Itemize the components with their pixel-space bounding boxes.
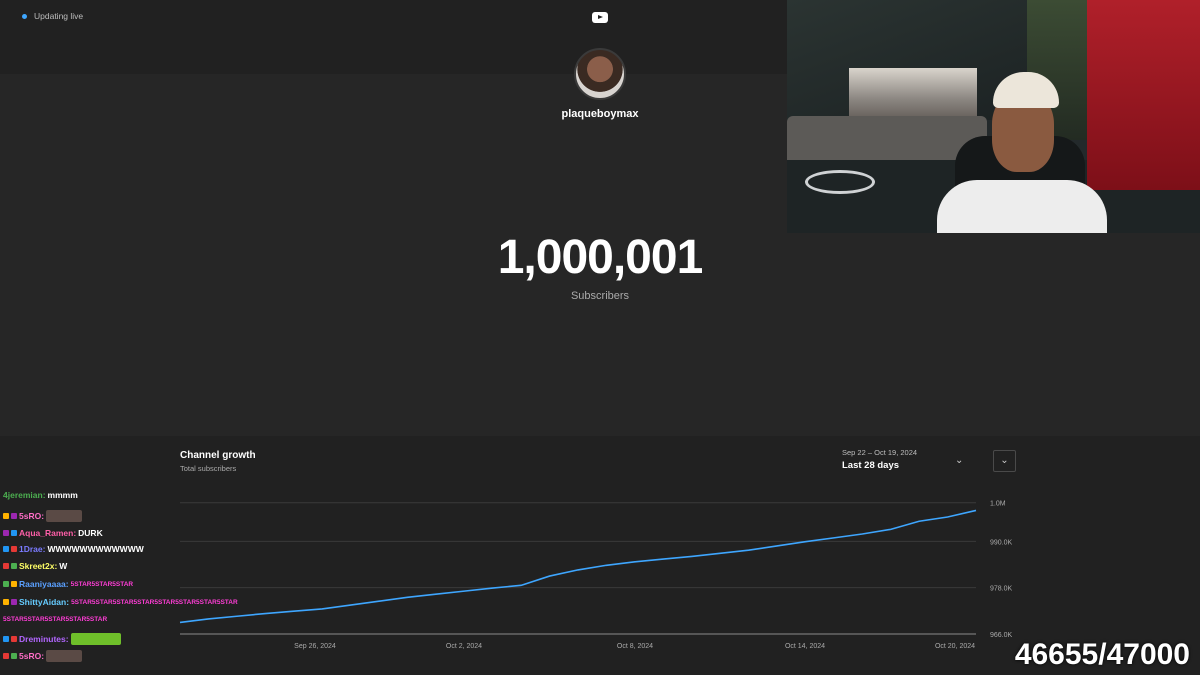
chat-message: 1Drae: WWWWWWWWWWWW [3, 544, 144, 554]
chat-message: Skreet2x: W [3, 561, 67, 571]
chat-emote-icon [46, 510, 83, 522]
chat-message: Dreminutes: [3, 633, 121, 645]
webcam-red-wall [1087, 0, 1200, 190]
live-status: Updating live [22, 11, 83, 21]
chat-badge-icon [11, 546, 17, 552]
chat-message: 5STAR5STAR5STAR5STAR5STAR [3, 616, 107, 623]
x-tick-label: Oct 20, 2024 [935, 643, 975, 650]
chat-text: 5STAR5STAR5STAR5STAR5STAR [3, 616, 108, 623]
chat-badge-icon [11, 636, 17, 642]
webcam-rug [805, 170, 875, 194]
chat-emote-icon [70, 633, 121, 645]
chat-username[interactable]: ShittyAidan: [19, 597, 69, 607]
chat-text: 5STAR5STAR5STAR5STAR5STAR5STAR5STAR5STAR [71, 598, 238, 606]
chat-badge-icon [3, 653, 9, 659]
chat-text: 5STAR5STAR5STAR [70, 580, 134, 588]
chat-username[interactable]: 5sRO: [19, 651, 44, 661]
y-tick-label: 978.0K [990, 586, 1013, 593]
live-status-label: Updating live [34, 11, 84, 21]
chat-text: WWWWWWWWWWWW [47, 544, 144, 554]
chat-text: mmmm [47, 490, 78, 500]
series-line [179, 509, 977, 624]
y-tick-label: 966.0K [990, 632, 1013, 639]
chat-username[interactable]: 1Drae: [19, 544, 45, 554]
x-tick-label: Oct 2, 2024 [446, 643, 482, 650]
chat-badge-icon [11, 563, 17, 569]
chat-badge-icon [3, 530, 9, 536]
chat-badge-icon [11, 530, 17, 536]
chat-badge-icon [11, 599, 17, 605]
y-tick-label: 1.0M [990, 501, 1006, 508]
x-tick-label: Oct 14, 2024 [785, 643, 825, 650]
chat-message: 4jeremian: mmmm [3, 490, 78, 500]
chat-badge-icon [11, 653, 17, 659]
chat-username[interactable]: Raaniyaaaa: [19, 579, 69, 589]
chat-badge-icon [11, 581, 17, 587]
chat-badge-icon [3, 563, 9, 569]
avatar[interactable] [574, 48, 626, 100]
x-tick-label: Oct 8, 2024 [617, 643, 653, 650]
webcam-feed [787, 0, 1200, 233]
y-tick-label: 990.0K [990, 539, 1013, 546]
chat-message: 5sRO: [3, 510, 83, 522]
chat-badge-icon [3, 513, 9, 519]
webcam-person [937, 180, 1107, 233]
chat-text: W [59, 561, 68, 571]
chat-badge-icon [3, 546, 9, 552]
chat-message: 5sRO: [3, 650, 83, 662]
chat-username[interactable]: Aqua_Ramen: [19, 528, 76, 538]
chat-message: Aqua_Ramen: DURK [3, 528, 103, 538]
chat-badge-icon [11, 513, 17, 519]
chat-message: ShittyAidan: 5STAR5STAR5STAR5STAR5STAR5ST… [3, 597, 238, 607]
chat-username[interactable]: 5sRO: [19, 511, 44, 521]
x-tick-label: Sep 26, 2024 [294, 643, 336, 650]
goal-counter: 46655/47000 [1014, 638, 1190, 671]
chat-badge-icon [3, 599, 9, 605]
chat-emote-icon [46, 650, 83, 662]
chat-username[interactable]: Dreminutes: [19, 634, 69, 644]
chat-message: Raaniyaaaa: 5STAR5STAR5STAR [3, 579, 133, 589]
live-dot-icon [22, 13, 27, 19]
top-bar [0, 0, 787, 74]
chat-username[interactable]: 4jeremian: [3, 490, 46, 500]
youtube-icon [592, 12, 608, 23]
chat-text: DURK [78, 528, 103, 538]
chat-username[interactable]: Skreet2x: [19, 561, 57, 571]
subscriber-label: Subscribers [570, 290, 630, 302]
chat-badge-icon [3, 581, 9, 587]
chat-badge-icon [3, 636, 9, 642]
subscriber-count: 1,000,001 [497, 231, 704, 284]
channel-name[interactable]: plaqueboymax [500, 108, 700, 120]
